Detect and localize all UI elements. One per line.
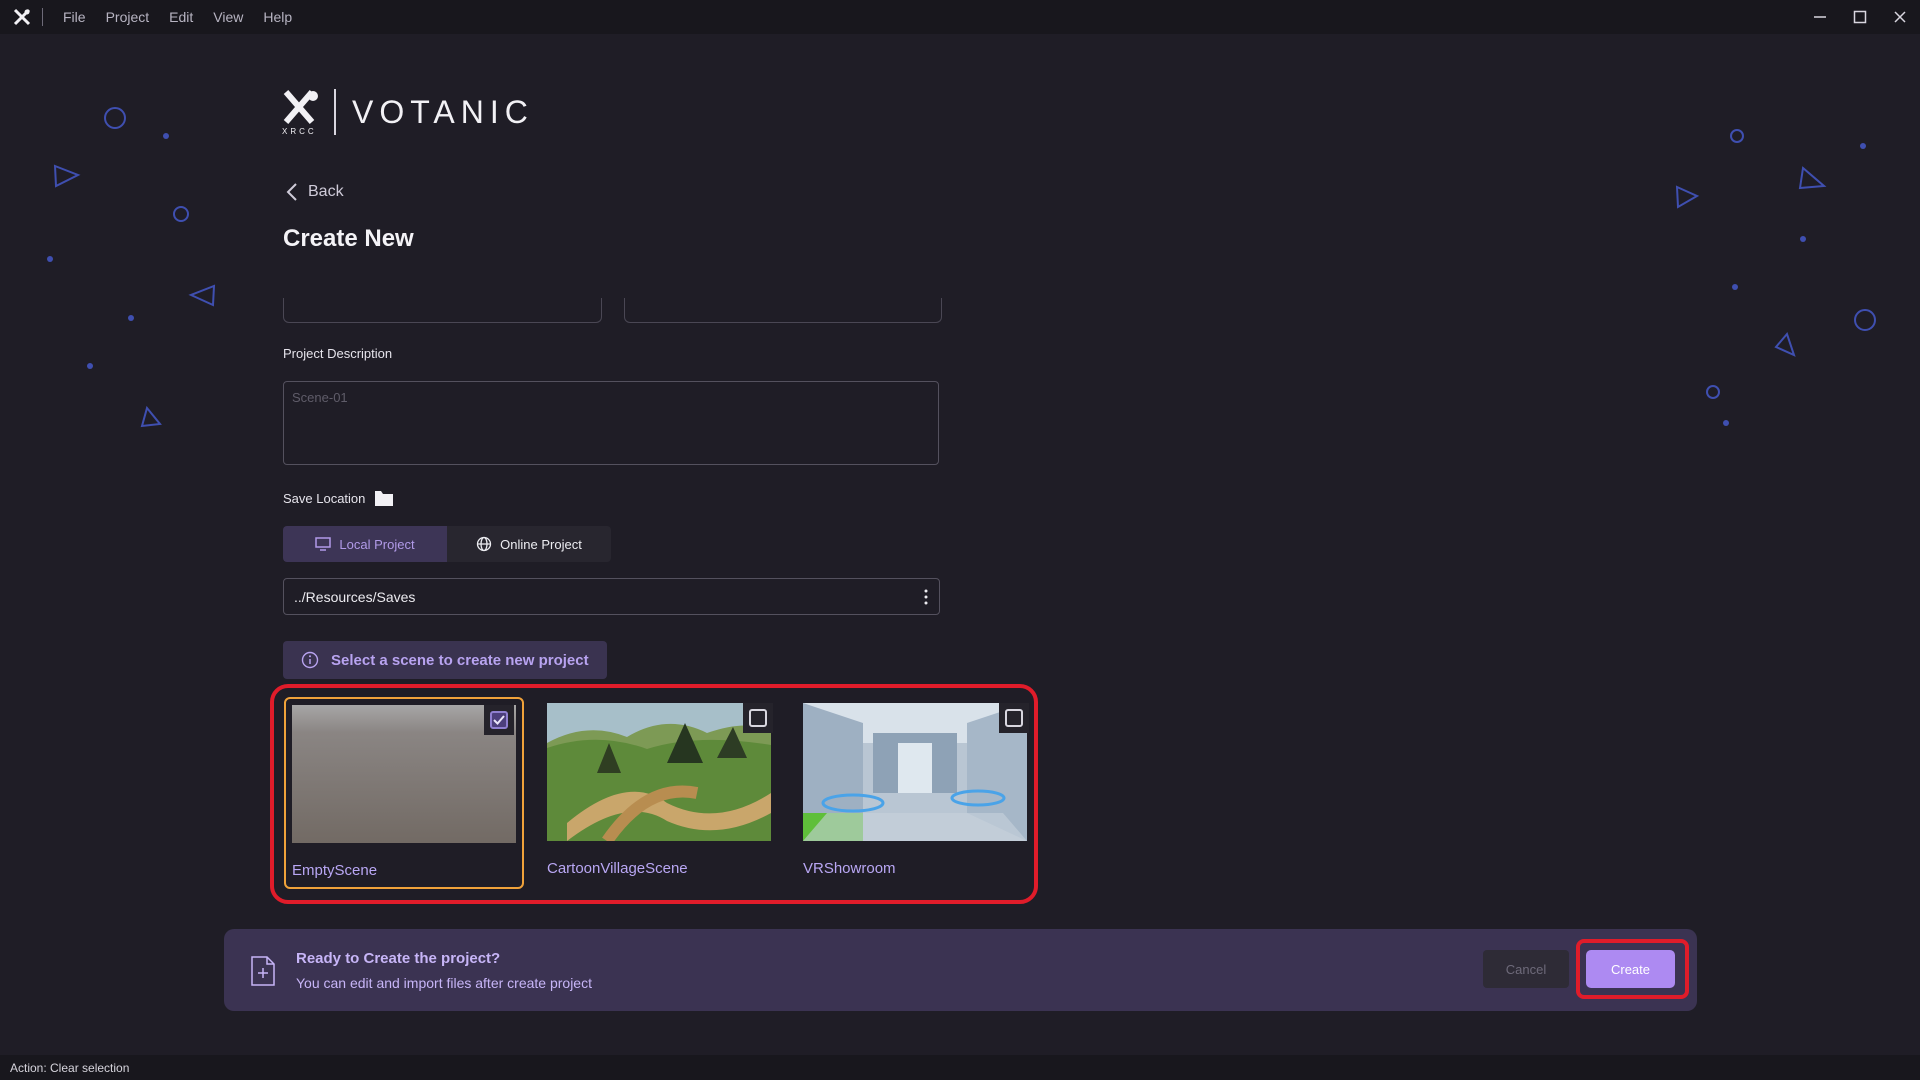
online-project-tab[interactable]: Online Project <box>447 526 611 562</box>
scene-thumbnail <box>803 703 1027 841</box>
empty-scene-image <box>292 705 516 843</box>
description-placeholder: Scene-01 <box>292 390 348 405</box>
close-icon <box>1894 11 1906 23</box>
title-divider <box>42 8 43 26</box>
page-title: Create New <box>283 225 414 252</box>
save-path-input[interactable]: ../Resources/Saves <box>283 578 940 615</box>
project-name-field[interactable] <box>283 298 602 323</box>
info-icon <box>301 651 319 669</box>
minimize-icon <box>1814 16 1826 18</box>
menu-project[interactable]: Project <box>96 9 160 25</box>
back-button[interactable]: Back <box>286 182 344 202</box>
brand-name: VOTANIC <box>352 93 534 130</box>
folder-icon[interactable] <box>375 491 394 506</box>
more-vertical-icon[interactable] <box>923 588 929 606</box>
local-project-tab[interactable]: Local Project <box>283 526 447 562</box>
checkbox-unchecked <box>1005 709 1023 727</box>
save-location-row: Save Location <box>283 491 394 506</box>
checkbox-checked <box>490 711 508 729</box>
brand-logo: XRCC VOTANIC <box>282 88 534 136</box>
scene-thumbnail <box>547 703 771 841</box>
project-type-toggle: Local Project Online Project <box>283 526 611 562</box>
scene-checkbox[interactable] <box>999 703 1029 733</box>
scene-name: CartoonVillageScene <box>547 860 688 877</box>
scene-hint-banner: Select a scene to create new project <box>283 641 607 679</box>
menu-bar: File Project Edit View Help <box>53 9 302 25</box>
save-path-value: ../Resources/Saves <box>294 588 416 605</box>
cancel-button[interactable]: Cancel <box>1483 950 1569 988</box>
status-text: Action: Clear selection <box>10 1060 130 1075</box>
scene-name: VRShowroom <box>803 860 896 877</box>
create-button[interactable]: Create <box>1586 950 1675 988</box>
description-input[interactable]: Scene-01 <box>283 381 939 465</box>
scene-thumbnail <box>292 705 516 843</box>
menu-edit[interactable]: Edit <box>159 9 203 25</box>
menu-help[interactable]: Help <box>253 9 302 25</box>
brand-divider <box>334 89 336 135</box>
status-bar: Action: Clear selection <box>0 1055 1920 1080</box>
menu-file[interactable]: File <box>53 9 96 25</box>
title-bar: File Project Edit View Help <box>0 0 1920 34</box>
create-project-footer: Ready to Create the project? You can edi… <box>224 929 1697 1011</box>
vr-showroom-image <box>803 703 1027 841</box>
app-logo-icon[interactable] <box>12 7 32 27</box>
scene-checkbox[interactable] <box>743 703 773 733</box>
back-label: Back <box>308 183 344 200</box>
xrcc-logo-icon: XRCC <box>282 90 318 136</box>
save-location-label: Save Location <box>283 491 366 506</box>
add-file-icon <box>251 956 275 986</box>
check-icon <box>493 715 505 725</box>
scene-hint-text: Select a scene to create new project <box>331 651 589 669</box>
scene-card-cartoon-village[interactable]: CartoonVillageScene <box>541 697 781 889</box>
local-project-label: Local Project <box>339 536 415 552</box>
scene-card-vr-showroom[interactable]: VRShowroom <box>797 697 1037 889</box>
footer-title: Ready to Create the project? <box>296 950 501 967</box>
chevron-left-icon <box>286 183 297 201</box>
maximize-icon <box>1853 10 1867 24</box>
monitor-icon <box>315 537 332 551</box>
description-label: Project Description <box>283 346 393 361</box>
checkbox-unchecked <box>749 709 767 727</box>
maximize-button[interactable] <box>1840 0 1880 34</box>
close-button[interactable] <box>1880 0 1920 34</box>
scene-name: EmptyScene <box>292 862 378 879</box>
minimize-button[interactable] <box>1800 0 1840 34</box>
project-version-field[interactable] <box>624 298 942 323</box>
scene-checkbox[interactable] <box>484 705 514 735</box>
brand-mark-text: XRCC <box>282 127 317 136</box>
footer-subtitle: You can edit and import files after crea… <box>296 975 592 991</box>
cartoon-village-image <box>547 703 771 841</box>
scene-card-empty[interactable]: EmptyScene <box>284 697 524 889</box>
globe-icon <box>477 536 492 552</box>
window-controls <box>1800 0 1920 34</box>
online-project-label: Online Project <box>500 536 582 552</box>
menu-view[interactable]: View <box>203 9 253 25</box>
